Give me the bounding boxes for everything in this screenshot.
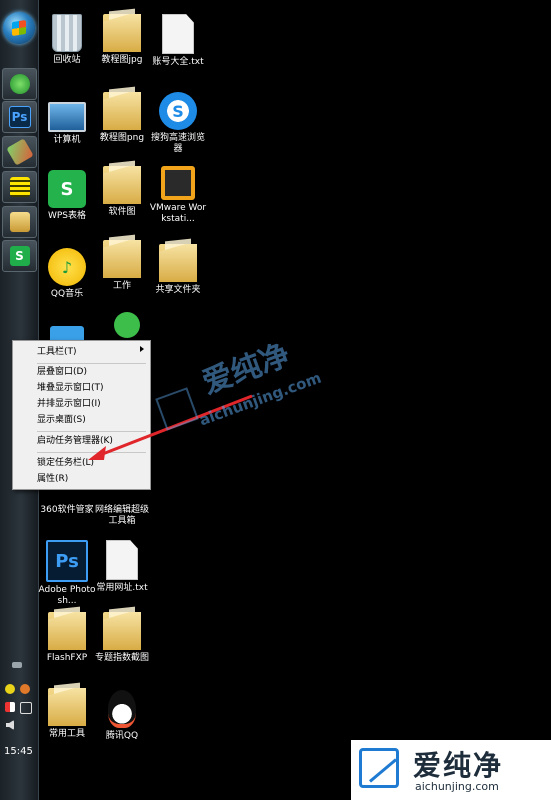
brand-name: 爱纯净	[413, 749, 504, 782]
brand-url: aichunjing.com	[415, 780, 499, 793]
brand-box: 爱纯净 aichunjing.com	[351, 740, 551, 800]
brand-logo-icon	[359, 748, 399, 788]
